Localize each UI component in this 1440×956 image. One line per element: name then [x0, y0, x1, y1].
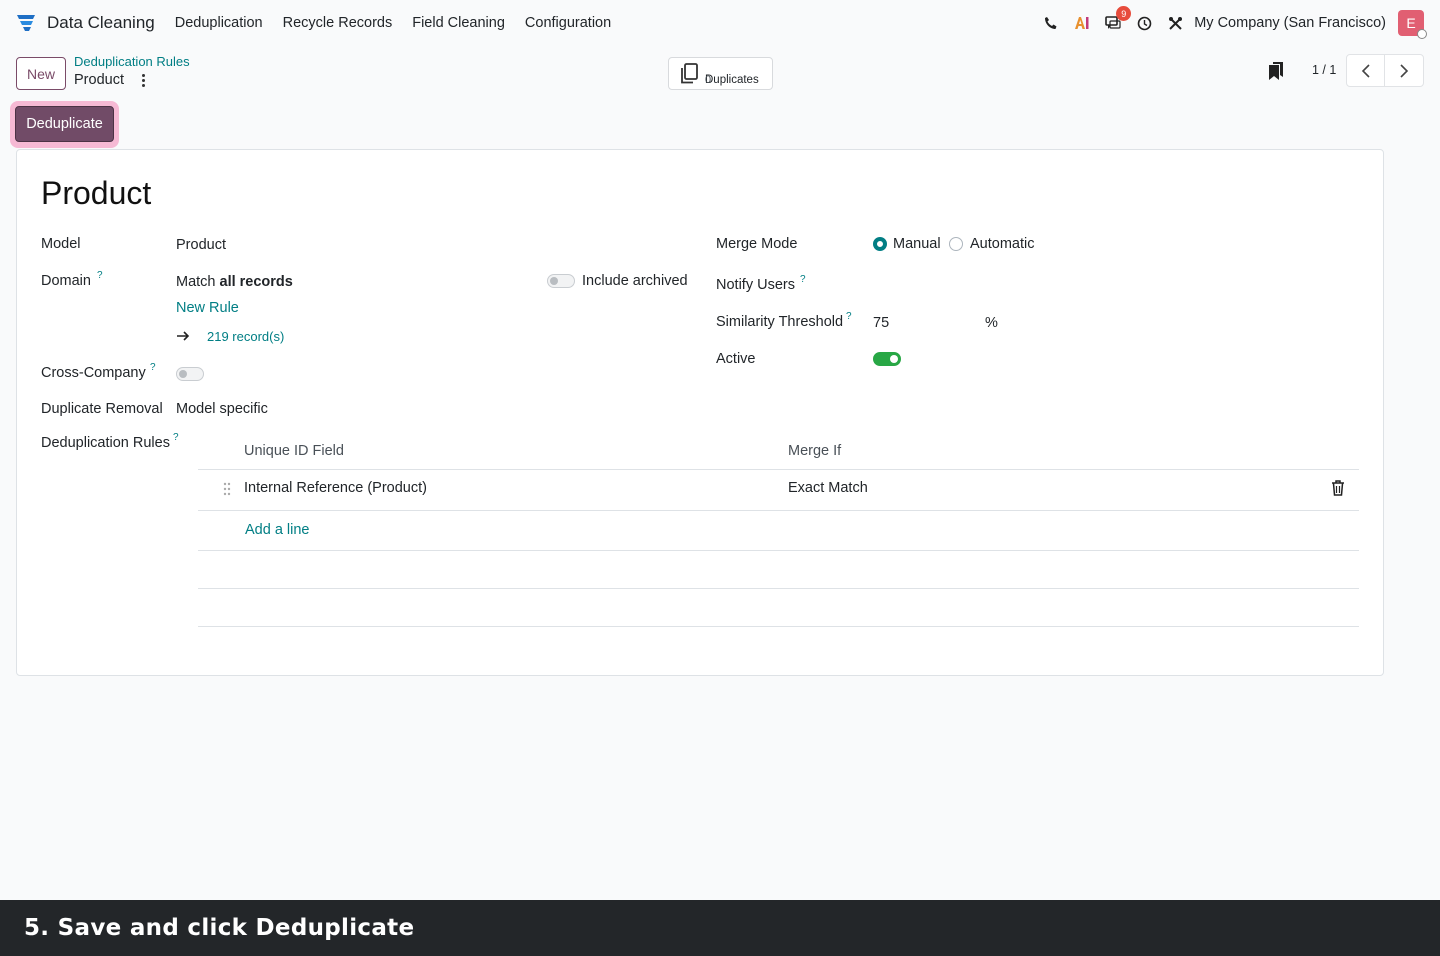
data-cleaning-app-icon[interactable]	[16, 13, 36, 33]
deduplicate-button[interactable]: Deduplicate	[15, 106, 114, 142]
include-archived-toggle[interactable]	[547, 274, 575, 288]
avatar-letter: E	[1406, 15, 1416, 31]
instruction-banner: 5. Save and click Deduplicate	[0, 900, 1440, 956]
menu-field-cleaning[interactable]: Field Cleaning	[412, 15, 505, 31]
chevron-right-icon	[1400, 63, 1409, 78]
company-switcher[interactable]: My Company (San Francisco)	[1194, 15, 1386, 31]
breadcrumb-deduplication-rules[interactable]: Deduplication Rules	[74, 54, 190, 69]
drag-handle-icon[interactable]	[222, 482, 232, 496]
breadcrumb-current: Product	[74, 72, 124, 88]
presence-status-icon	[1417, 29, 1427, 39]
table-row-merge-if[interactable]: Exact Match	[788, 480, 868, 496]
cross-company-help-icon[interactable]: ?	[150, 362, 156, 373]
app-name[interactable]: Data Cleaning	[47, 13, 155, 33]
record-title[interactable]: Product	[41, 175, 151, 212]
pager-previous-button[interactable]	[1347, 55, 1386, 86]
similarity-threshold-input[interactable]: 75	[873, 315, 889, 331]
user-avatar[interactable]: E	[1398, 10, 1427, 39]
menu-deduplication[interactable]: Deduplication	[175, 15, 263, 31]
model-label: Model	[41, 236, 81, 252]
column-unique-id-field[interactable]: Unique ID Field	[244, 443, 344, 459]
duplicates-label: Duplicates	[705, 73, 759, 86]
top-navbar: Data Cleaning Deduplication Recycle Reco…	[0, 0, 1440, 46]
similarity-unit: %	[985, 315, 998, 331]
pager-buttons	[1346, 54, 1424, 87]
copy-icon	[681, 62, 698, 83]
trash-icon[interactable]	[1331, 480, 1345, 496]
domain-prefix: Match	[176, 274, 220, 290]
merge-mode-automatic-radio[interactable]	[949, 237, 963, 251]
active-label: Active	[716, 351, 756, 367]
pager-next-button[interactable]	[1385, 55, 1423, 86]
table-header-divider	[198, 469, 1359, 470]
merge-mode-label: Merge Mode	[716, 236, 798, 252]
navbar-systray: 9 My Company (San Francisco) E	[1029, 6, 1427, 39]
new-rule-link[interactable]: New Rule	[176, 300, 239, 316]
bookmark-icon[interactable]	[1268, 61, 1284, 81]
messages-icon[interactable]: 9	[1104, 6, 1132, 32]
table-row-field[interactable]: Internal Reference (Product)	[244, 480, 427, 496]
table-row-divider	[198, 510, 1359, 511]
active-toggle[interactable]	[873, 352, 901, 366]
deduplication-rules-label: Deduplication Rules	[41, 435, 170, 451]
tools-icon[interactable]	[1166, 14, 1184, 32]
domain-help-icon[interactable]: ?	[97, 270, 103, 281]
column-merge-if[interactable]: Merge If	[788, 443, 841, 459]
similarity-threshold-help-icon[interactable]: ?	[846, 311, 852, 322]
domain-label: Domain	[41, 273, 91, 289]
arrow-right-icon	[177, 331, 190, 341]
notify-users-label: Notify Users	[716, 277, 795, 293]
pager-value[interactable]: 1 / 1	[1312, 63, 1336, 77]
merge-mode-automatic-label[interactable]: Automatic	[970, 236, 1034, 252]
menu-configuration[interactable]: Configuration	[525, 15, 611, 31]
table-row-divider	[198, 550, 1359, 551]
model-value: Product	[176, 237, 226, 253]
phone-icon[interactable]	[1042, 14, 1060, 32]
domain-value: Match all records	[176, 274, 293, 290]
new-button[interactable]: New	[16, 57, 66, 90]
chevron-left-icon	[1361, 63, 1370, 78]
duplicate-removal-label: Duplicate Removal	[41, 401, 163, 417]
table-row-divider	[198, 626, 1359, 627]
table-row-divider	[198, 588, 1359, 589]
actions-menu-icon[interactable]	[138, 72, 148, 88]
duplicates-smart-button[interactable]: Duplicates 0	[668, 57, 773, 90]
notify-users-help-icon[interactable]: ?	[800, 274, 806, 285]
menu-recycle-records[interactable]: Recycle Records	[283, 15, 393, 31]
records-count-link[interactable]: 219 record(s)	[207, 329, 284, 344]
deduplication-rules-help-icon[interactable]: ?	[173, 432, 179, 443]
include-archived-label: Include archived	[582, 273, 688, 289]
cross-company-label: Cross-Company	[41, 365, 146, 381]
similarity-threshold-label: Similarity Threshold	[716, 314, 844, 330]
merge-mode-manual-label[interactable]: Manual	[893, 236, 941, 252]
domain-bold: all records	[219, 274, 293, 290]
messages-badge: 9	[1116, 6, 1132, 21]
merge-mode-manual-radio[interactable]	[873, 237, 887, 251]
ai-icon[interactable]	[1073, 14, 1091, 32]
duplicates-count: 0	[705, 73, 712, 86]
clock-icon[interactable]	[1135, 14, 1153, 32]
add-a-line-link[interactable]: Add a line	[245, 522, 310, 538]
duplicate-removal-value[interactable]: Model specific	[176, 401, 268, 417]
cross-company-toggle[interactable]	[176, 367, 204, 381]
